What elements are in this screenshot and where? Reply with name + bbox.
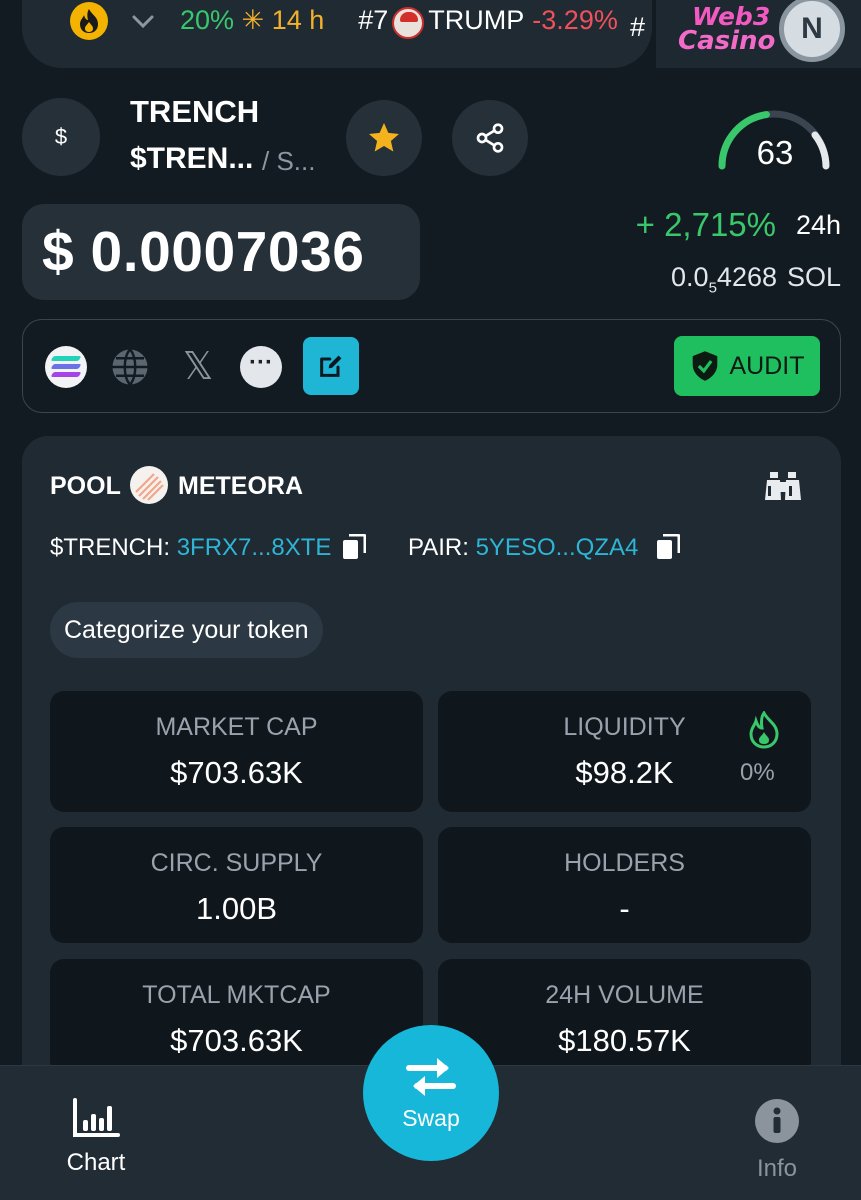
pair-address-link[interactable]: 5YESO...QZA4 xyxy=(476,534,639,561)
sol-unit: SOL xyxy=(786,262,841,292)
trending-ticker[interactable]: 20% ✳ 14 h #7 TRUMP -3.29% xyxy=(22,0,652,68)
pool-label: POOL xyxy=(50,472,121,500)
circ-supply-title: CIRC. SUPPLY xyxy=(150,849,323,877)
trending-flame-icon[interactable] xyxy=(70,2,108,40)
bar-chart-icon xyxy=(73,1098,120,1137)
nav-chart-label: Chart xyxy=(66,1149,126,1176)
token-chain: / S... xyxy=(262,146,316,176)
holders-value: - xyxy=(619,891,630,926)
chevron-down-icon[interactable] xyxy=(130,8,156,39)
favorite-button[interactable] xyxy=(346,100,422,176)
swap-button[interactable]: Swap xyxy=(363,1025,499,1161)
pool-dex-name: METEORA xyxy=(178,472,303,500)
volume-tile: 24H VOLUME $180.57K xyxy=(438,959,811,1075)
liquidity-burn-percent: 0% xyxy=(740,759,775,786)
holders-title: HOLDERS xyxy=(564,849,685,877)
token-symbol: $TREN... xyxy=(130,142,254,175)
token-page: 20% ✳ 14 h #7 TRUMP -3.29% # Web3 Casino… xyxy=(0,0,861,1200)
copy-token-address-icon[interactable] xyxy=(342,533,367,565)
market-cap-tile: MARKET CAP $703.63K xyxy=(50,691,423,812)
trump-coin-avatar xyxy=(392,7,425,39)
market-cap-title: MARKET CAP xyxy=(155,713,318,741)
audit-button[interactable]: AUDIT xyxy=(674,336,820,396)
sol-price-zeros: 5 xyxy=(708,279,717,297)
ad-line2: Casino xyxy=(678,26,776,56)
edit-icon xyxy=(320,355,342,377)
token-name: TRENCH xyxy=(130,94,260,129)
info-icon xyxy=(755,1099,799,1143)
binoculars-icon[interactable] xyxy=(764,468,802,507)
circ-supply-tile: CIRC. SUPPLY 1.00B xyxy=(50,827,423,943)
meteora-logo-icon xyxy=(130,466,168,504)
total-mktcap-tile: TOTAL MKTCAP $703.63K xyxy=(50,959,423,1075)
more-options-icon[interactable]: ··· xyxy=(240,346,282,388)
share-button[interactable] xyxy=(452,100,528,176)
ticker-period: 14 h xyxy=(271,4,325,35)
token-avatar: $ xyxy=(22,98,100,176)
total-mktcap-value: $703.63K xyxy=(170,1023,303,1058)
star-icon xyxy=(369,123,399,152)
volume-title: 24H VOLUME xyxy=(545,981,704,1009)
price-change-period: 24h xyxy=(795,210,841,240)
ad-logo: N xyxy=(779,0,845,62)
website-globe-icon[interactable] xyxy=(109,346,151,388)
copy-pair-address-icon[interactable] xyxy=(656,533,681,565)
score-value: 63 xyxy=(756,134,794,171)
token-address-key: $TRENCH: xyxy=(50,534,171,561)
sun-icon: ✳ xyxy=(234,4,272,35)
sol-price-prefix: 0.0 xyxy=(671,262,709,292)
token-address-link[interactable]: 3FRX7...8XTE xyxy=(177,534,332,561)
solana-icon[interactable] xyxy=(45,346,87,388)
ticker-items: 20% ✳ 14 h #7 TRUMP -3.29% xyxy=(180,4,618,39)
nav-info-tab[interactable]: Info xyxy=(742,1098,812,1183)
share-icon xyxy=(476,123,504,153)
market-cap-value: $703.63K xyxy=(170,755,303,790)
swap-label: Swap xyxy=(402,1104,460,1131)
swap-arrows-icon xyxy=(406,1057,456,1096)
pair-address-row: PAIR: 5YESO...QZA4 xyxy=(408,534,638,562)
categorize-token-button[interactable]: Categorize your token xyxy=(50,602,323,658)
total-mktcap-title: TOTAL MKTCAP xyxy=(142,981,331,1009)
nav-chart-tab[interactable]: Chart xyxy=(58,1098,134,1177)
ticker-rank: #7 xyxy=(358,4,389,35)
edit-token-button[interactable] xyxy=(303,337,359,395)
volume-value: $180.57K xyxy=(558,1023,691,1058)
price-change-percent: + 2,715% xyxy=(635,206,776,243)
social-links-row: 𝕏 ··· AUDIT xyxy=(22,319,841,413)
nav-info-label: Info xyxy=(756,1155,798,1182)
liquidity-tile: LIQUIDITY $98.2K 0% xyxy=(438,691,811,812)
usd-price: $ 0.0007036 xyxy=(22,204,420,300)
token-address-row: $TRENCH: 3FRX7...8XTE xyxy=(50,534,331,562)
burn-flame-icon xyxy=(748,710,780,754)
ticker-partial-change: 20% xyxy=(180,4,235,35)
circ-supply-value: 1.00B xyxy=(195,891,277,926)
ticker-next-rank: # xyxy=(630,12,646,42)
ticker-coin[interactable]: TRUMP xyxy=(428,5,524,36)
casino-ad-banner[interactable]: Web3 Casino N xyxy=(656,0,861,68)
sol-price-digits: 4268 xyxy=(716,262,777,292)
x-twitter-icon[interactable]: 𝕏 xyxy=(177,346,219,388)
sol-price: 0.054268 xyxy=(671,262,777,296)
shield-check-icon xyxy=(692,351,717,381)
pair-address-key: PAIR: xyxy=(408,534,469,561)
audit-label: AUDIT xyxy=(729,351,805,380)
ticker-change: -3.29% xyxy=(532,4,618,35)
holders-tile: HOLDERS - xyxy=(438,827,811,943)
